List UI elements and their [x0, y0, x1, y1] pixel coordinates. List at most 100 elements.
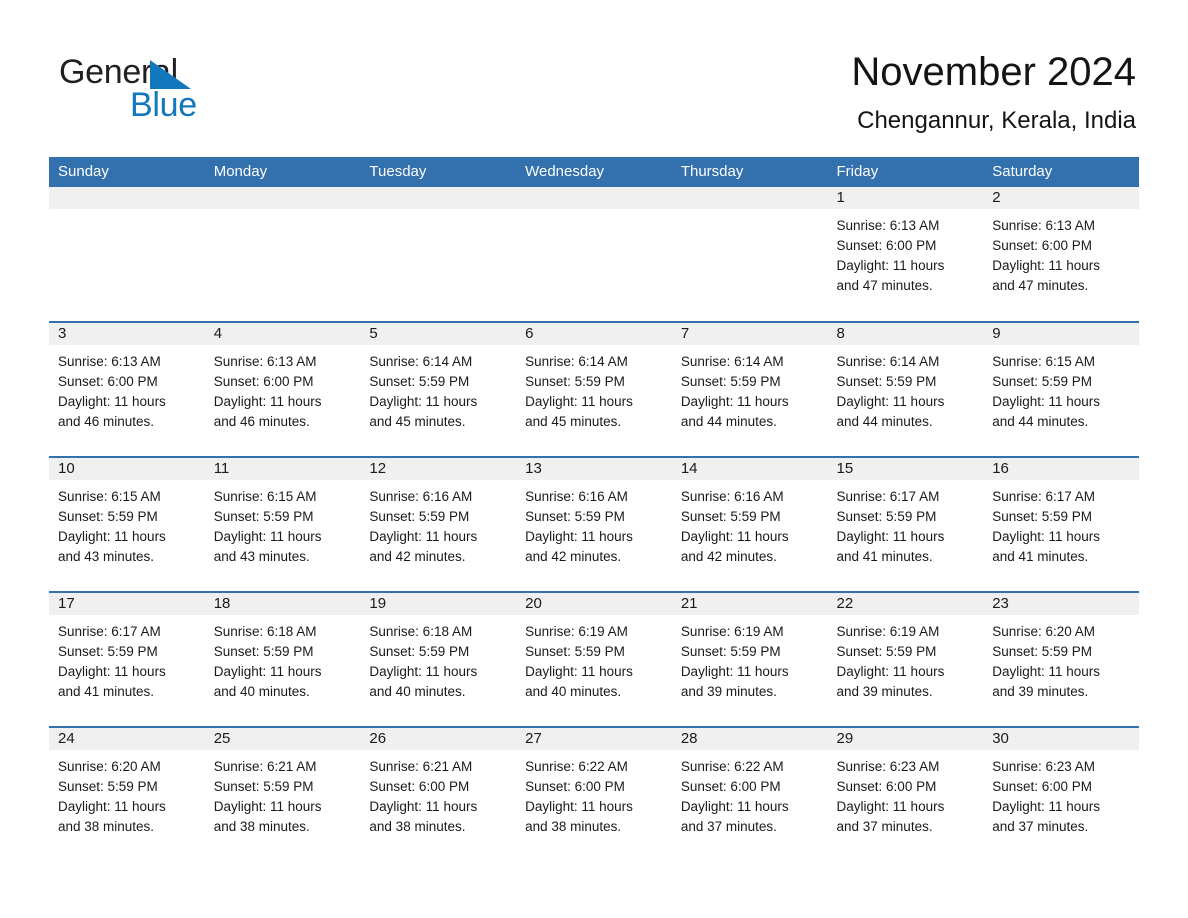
- calendar-cell-empty: [49, 187, 205, 322]
- page-header: General Blue November 2024 Chengannur, K…: [0, 0, 1188, 157]
- day-details: Sunrise: 6:13 AM Sunset: 6:00 PM Daylight:…: [828, 209, 984, 296]
- daylight-text-line1: Daylight: 11 hours: [680, 664, 789, 679]
- day-details: Sunrise: 6:13 AM Sunset: 6:00 PM Daylight:…: [983, 209, 1139, 296]
- day-number: 1: [827, 187, 984, 209]
- calendar-day-cell[interactable]: 26 Sunrise: 6:21 AM Sunset: 6:00 PM Dayligh…: [360, 726, 517, 862]
- daylight-text-line2: and 42 minutes.: [680, 549, 777, 564]
- sunrise-text: Sunrise: 6:17 AM: [992, 489, 1096, 504]
- daylight-text-line1: Daylight: 11 hours: [992, 799, 1101, 814]
- day-details: Sunrise: 6:18 AM Sunset: 5:59 PM Daylight:…: [205, 615, 361, 702]
- calendar-day-cell[interactable]: 9 Sunrise: 6:15 AM Sunset: 5:59 PM Daylight…: [983, 321, 1139, 457]
- calendar-week-row: 3 Sunrise: 6:13 AM Sunset: 6:00 PM Daylight…: [49, 321, 1139, 457]
- sunrise-text: Sunrise: 6:15 AM: [992, 354, 1096, 369]
- calendar-day-cell[interactable]: 20 Sunrise: 6:19 AM Sunset: 5:59 PM Dayligh…: [516, 591, 672, 727]
- calendar-day-cell[interactable]: 4 Sunrise: 6:13 AM Sunset: 6:00 PM Daylight…: [204, 321, 361, 457]
- sunrise-text: Sunrise: 6:16 AM: [680, 489, 784, 504]
- daylight-text-line2: and 38 minutes.: [213, 819, 310, 834]
- daylight-text-line1: Daylight: 11 hours: [836, 799, 945, 814]
- calendar-day-cell[interactable]: 28 Sunrise: 6:22 AM Sunset: 6:00 PM Dayligh…: [671, 726, 828, 862]
- day-number: 20: [516, 593, 672, 615]
- daylight-text-line2: and 41 minutes.: [58, 684, 155, 699]
- calendar-day-cell[interactable]: 16 Sunrise: 6:17 AM Sunset: 5:59 PM Dayligh…: [983, 456, 1139, 592]
- day-number-band: [516, 187, 672, 209]
- calendar-day-cell[interactable]: 30 Sunrise: 6:23 AM Sunset: 6:00 PM Dayligh…: [983, 726, 1139, 862]
- calendar-day-cell[interactable]: 10 Sunrise: 6:15 AM Sunset: 5:59 PM Dayligh…: [49, 456, 205, 592]
- calendar-day-cell[interactable]: 5 Sunrise: 6:14 AM Sunset: 5:59 PM Daylight…: [360, 321, 517, 457]
- daylight-text-line1: Daylight: 11 hours: [58, 529, 166, 544]
- calendar-day-cell[interactable]: 17 Sunrise: 6:17 AM Sunset: 5:59 PM Dayligh…: [49, 591, 205, 727]
- calendar-day-cell[interactable]: 6 Sunrise: 6:14 AM Sunset: 5:59 PM Daylight…: [516, 321, 672, 457]
- daylight-text-line1: Daylight: 11 hours: [836, 664, 945, 679]
- calendar-day-cell[interactable]: 2 Sunrise: 6:13 AM Sunset: 6:00 PM Daylight…: [983, 187, 1139, 322]
- logo-text-blue: Blue: [130, 86, 197, 124]
- sunrise-text: Sunrise: 6:20 AM: [58, 759, 161, 774]
- day-details: Sunrise: 6:23 AM Sunset: 6:00 PM Daylight:…: [828, 750, 984, 837]
- daylight-text-line1: Daylight: 11 hours: [213, 529, 322, 544]
- calendar-day-cell[interactable]: 15 Sunrise: 6:17 AM Sunset: 5:59 PM Dayligh…: [827, 456, 984, 592]
- sunrise-text: Sunrise: 6:17 AM: [58, 624, 161, 639]
- day-details: Sunrise: 6:17 AM Sunset: 5:59 PM Daylight:…: [828, 480, 984, 567]
- calendar-day-cell[interactable]: 19 Sunrise: 6:18 AM Sunset: 5:59 PM Dayligh…: [360, 591, 517, 727]
- daylight-text-line2: and 37 minutes.: [836, 819, 933, 834]
- day-details: Sunrise: 6:20 AM Sunset: 5:59 PM Daylight:…: [49, 750, 205, 837]
- daylight-text-line1: Daylight: 11 hours: [680, 529, 789, 544]
- sunset-text: Sunset: 5:59 PM: [369, 374, 470, 389]
- calendar-day-cell[interactable]: 11 Sunrise: 6:15 AM Sunset: 5:59 PM Dayligh…: [204, 456, 361, 592]
- calendar-day-cell[interactable]: 14 Sunrise: 6:16 AM Sunset: 5:59 PM Dayligh…: [671, 456, 828, 592]
- sunrise-text: Sunrise: 6:14 AM: [836, 354, 940, 369]
- day-number: 30: [983, 728, 1139, 750]
- calendar-day-cell[interactable]: 23 Sunrise: 6:20 AM Sunset: 5:59 PM Dayligh…: [983, 591, 1139, 727]
- calendar-day-cell[interactable]: 29 Sunrise: 6:23 AM Sunset: 6:00 PM Dayligh…: [827, 726, 984, 862]
- daylight-text-line1: Daylight: 11 hours: [680, 394, 789, 409]
- weekday-header-sunday: Sunday: [49, 157, 205, 187]
- calendar-day-cell[interactable]: 13 Sunrise: 6:16 AM Sunset: 5:59 PM Dayligh…: [516, 456, 672, 592]
- daylight-text-line1: Daylight: 11 hours: [369, 799, 478, 814]
- daylight-text-line1: Daylight: 11 hours: [213, 664, 322, 679]
- day-details: Sunrise: 6:20 AM Sunset: 5:59 PM Daylight:…: [983, 615, 1139, 702]
- calendar-day-cell[interactable]: 27 Sunrise: 6:22 AM Sunset: 6:00 PM Dayligh…: [516, 726, 672, 862]
- sunrise-text: Sunrise: 6:13 AM: [836, 218, 940, 233]
- calendar-day-cell[interactable]: 21 Sunrise: 6:19 AM Sunset: 5:59 PM Dayligh…: [671, 591, 828, 727]
- daylight-text-line2: and 46 minutes.: [213, 414, 310, 429]
- weekday-header-thursday: Thursday: [671, 157, 828, 187]
- daylight-text-line2: and 45 minutes.: [525, 414, 622, 429]
- daylight-text-line1: Daylight: 11 hours: [58, 394, 166, 409]
- calendar-day-cell[interactable]: 22 Sunrise: 6:19 AM Sunset: 5:59 PM Dayligh…: [827, 591, 984, 727]
- day-number: 7: [671, 323, 828, 345]
- daylight-text-line2: and 38 minutes.: [369, 819, 466, 834]
- day-number: 5: [360, 323, 517, 345]
- daylight-text-line1: Daylight: 11 hours: [58, 664, 166, 679]
- day-number: 27: [516, 728, 672, 750]
- sunrise-text: Sunrise: 6:18 AM: [369, 624, 473, 639]
- sunrise-text: Sunrise: 6:14 AM: [680, 354, 784, 369]
- calendar-day-cell[interactable]: 8 Sunrise: 6:14 AM Sunset: 5:59 PM Daylight…: [827, 321, 984, 457]
- calendar-day-cell[interactable]: 12 Sunrise: 6:16 AM Sunset: 5:59 PM Dayligh…: [360, 456, 517, 592]
- daylight-text-line1: Daylight: 11 hours: [213, 799, 322, 814]
- daylight-text-line2: and 43 minutes.: [58, 549, 155, 564]
- calendar-day-cell[interactable]: 7 Sunrise: 6:14 AM Sunset: 5:59 PM Daylight…: [671, 321, 828, 457]
- sunset-text: Sunset: 6:00 PM: [369, 779, 470, 794]
- daylight-text-line1: Daylight: 11 hours: [992, 529, 1101, 544]
- day-number: 11: [204, 458, 361, 480]
- day-details: Sunrise: 6:14 AM Sunset: 5:59 PM Daylight:…: [828, 345, 984, 432]
- sunset-text: Sunset: 5:59 PM: [369, 644, 470, 659]
- day-number: 23: [983, 593, 1139, 615]
- calendar-day-cell[interactable]: 18 Sunrise: 6:18 AM Sunset: 5:59 PM Dayligh…: [204, 591, 361, 727]
- calendar-day-cell[interactable]: 24 Sunrise: 6:20 AM Sunset: 5:59 PM Dayligh…: [49, 726, 205, 862]
- daylight-text-line2: and 40 minutes.: [369, 684, 466, 699]
- sunset-text: Sunset: 5:59 PM: [836, 509, 937, 524]
- calendar-day-cell[interactable]: 3 Sunrise: 6:13 AM Sunset: 6:00 PM Daylight…: [49, 321, 205, 457]
- day-details: Sunrise: 6:14 AM Sunset: 5:59 PM Daylight:…: [672, 345, 828, 432]
- day-number: 16: [983, 458, 1139, 480]
- sunset-text: Sunset: 6:00 PM: [213, 374, 314, 389]
- sunrise-text: Sunrise: 6:21 AM: [369, 759, 473, 774]
- sunrise-text: Sunrise: 6:19 AM: [836, 624, 940, 639]
- sunrise-text: Sunrise: 6:18 AM: [213, 624, 317, 639]
- day-number-band: [49, 187, 205, 209]
- calendar-day-cell[interactable]: 25 Sunrise: 6:21 AM Sunset: 5:59 PM Dayligh…: [204, 726, 361, 862]
- sunrise-text: Sunrise: 6:15 AM: [213, 489, 317, 504]
- title-block: November 2024 Chengannur, Kerala, India: [436, 48, 1136, 138]
- daylight-text-line1: Daylight: 11 hours: [369, 394, 478, 409]
- day-number-band: [204, 187, 361, 209]
- calendar-day-cell[interactable]: 1 Sunrise: 6:13 AM Sunset: 6:00 PM Daylight…: [827, 187, 984, 322]
